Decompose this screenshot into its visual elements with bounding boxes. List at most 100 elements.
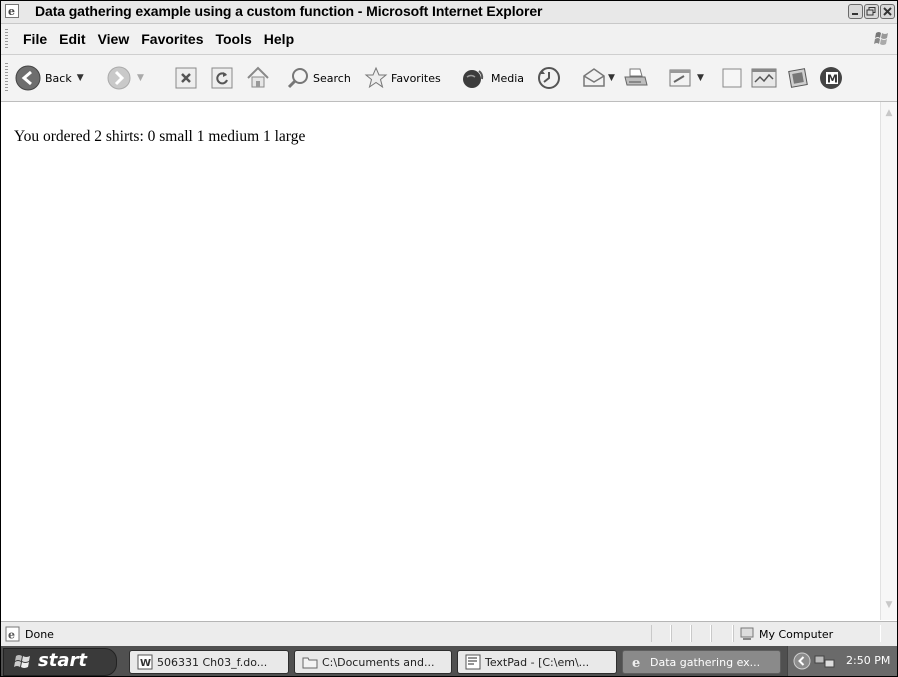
taskbar-item-label: TextPad - [C:\em\... [485, 655, 590, 669]
menu-bar: File Edit View Favorites Tools Help [1, 24, 897, 55]
minimize-icon [852, 13, 858, 15]
clock[interactable]: 2:50 PM [846, 654, 890, 667]
internet-explorer-icon: e [632, 656, 640, 670]
back-arrow-icon [15, 65, 41, 91]
status-pane [651, 625, 671, 642]
research-button[interactable] [751, 55, 777, 101]
svg-text:e: e [8, 629, 15, 642]
status-pane [711, 625, 733, 642]
title-bar[interactable]: e Data gathering example using a custom … [1, 1, 897, 24]
browser-window: e Data gathering example using a custom … [0, 0, 898, 677]
edit-page-icon [669, 69, 691, 87]
back-dropdown-icon[interactable]: ▼ [77, 73, 84, 83]
film-icon [788, 68, 808, 88]
status-bar: e Done My Computer [1, 621, 897, 646]
menu-view[interactable]: View [93, 31, 137, 47]
folder-icon [302, 657, 318, 669]
close-icon [883, 7, 892, 16]
windows-flag-icon [874, 32, 888, 45]
edit-button[interactable]: ▼ [668, 55, 704, 101]
window-title: Data gathering example using a custom fu… [35, 3, 543, 19]
print-button[interactable] [623, 55, 649, 101]
printer-icon [624, 68, 648, 86]
edit-dropdown-icon[interactable]: ▼ [697, 73, 704, 83]
restore-icon [866, 7, 876, 16]
menu-favorites[interactable]: Favorites [136, 31, 210, 47]
refresh-button[interactable] [211, 55, 233, 101]
back-label: Back [45, 71, 72, 85]
forward-dropdown-icon[interactable]: ▼ [137, 73, 144, 83]
blank-page-icon [722, 68, 742, 88]
status-text: Done [25, 628, 54, 641]
internet-explorer-icon: e [5, 4, 19, 18]
standard-toolbar: Back ▼ ▼ Search Favorites Media ▼ ▼ M [1, 55, 897, 102]
mail-icon [583, 68, 605, 87]
search-button[interactable]: Search [286, 55, 351, 101]
start-label: start [38, 650, 87, 671]
taskbar-item-folder[interactable]: C:\Documents and... [294, 650, 452, 674]
favorites-button[interactable]: Favorites [364, 55, 441, 101]
minimize-button[interactable] [848, 4, 863, 19]
taskbar-item-word-document[interactable]: W 506331 Ch03_f.do... [129, 650, 289, 674]
refresh-icon [211, 67, 233, 89]
windows-logo-icon [14, 655, 30, 668]
menu-edit[interactable]: Edit [54, 31, 92, 47]
history-icon [538, 67, 560, 89]
macromedia-button[interactable]: M [818, 55, 844, 101]
menu-help[interactable]: Help [259, 31, 301, 47]
back-button[interactable]: Back ▼ [14, 55, 84, 101]
home-icon [247, 66, 269, 88]
my-computer-icon [740, 627, 754, 640]
taskbar-item-internet-explorer[interactable]: e Data gathering ex... [622, 650, 781, 674]
window-controls [848, 4, 895, 19]
scroll-up-icon[interactable]: ▲ [883, 108, 895, 122]
forward-arrow-icon [107, 66, 131, 90]
page-done-icon: e [5, 626, 20, 642]
taskbar-item-textpad[interactable]: TextPad - [C:\em\... [457, 650, 617, 674]
home-button[interactable] [245, 55, 271, 101]
search-label: Search [313, 71, 351, 85]
status-pane [671, 625, 691, 642]
star-icon [364, 66, 388, 89]
close-button[interactable] [880, 4, 895, 19]
taskbar-item-label: Data gathering ex... [650, 655, 761, 669]
scroll-down-icon[interactable]: ▼ [883, 600, 895, 614]
svg-text:W: W [140, 658, 151, 669]
taskbar: start W 506331 Ch03_f.do... C:\Documents… [1, 646, 897, 676]
media-label: Media [491, 71, 525, 85]
toolbar-grip[interactable] [5, 63, 8, 93]
page-content: You ordered 2 shirts: 0 small 1 medium 1… [1, 102, 880, 620]
mail-button[interactable]: ▼ [581, 55, 615, 101]
chart-window-icon [751, 68, 777, 88]
media-button[interactable]: Media [460, 55, 524, 101]
svg-text:e: e [632, 656, 640, 670]
network-icon[interactable] [814, 654, 836, 670]
word-document-icon: W [137, 654, 153, 670]
forward-button[interactable]: ▼ [106, 55, 144, 101]
start-button[interactable]: start [3, 648, 117, 676]
svg-text:M: M [827, 73, 838, 86]
stop-button[interactable] [175, 55, 197, 101]
security-zone-text: My Computer [759, 628, 834, 641]
stop-icon [175, 67, 197, 89]
favorites-label: Favorites [391, 71, 441, 85]
menubar-grip[interactable] [5, 29, 8, 49]
system-tray: 2:50 PM [787, 646, 897, 676]
history-button[interactable] [536, 55, 562, 101]
messenger-button[interactable] [786, 55, 810, 101]
restore-button[interactable] [864, 4, 879, 19]
taskbar-item-label: 506331 Ch03_f.do... [157, 655, 268, 669]
discuss-button[interactable] [721, 55, 743, 101]
taskbar-item-label: C:\Documents and... [322, 655, 435, 669]
vertical-scrollbar[interactable]: ▲ ▼ [880, 102, 897, 620]
search-icon [287, 68, 308, 89]
mail-dropdown-icon[interactable]: ▼ [608, 73, 615, 83]
status-pane [691, 625, 711, 642]
m-logo-icon: M [820, 67, 842, 89]
svg-text:e: e [8, 5, 15, 18]
textpad-icon [465, 654, 481, 670]
menu-tools[interactable]: Tools [210, 31, 258, 47]
media-icon [463, 70, 484, 88]
show-hidden-icons-icon[interactable] [793, 652, 811, 670]
menu-file[interactable]: File [18, 31, 54, 47]
